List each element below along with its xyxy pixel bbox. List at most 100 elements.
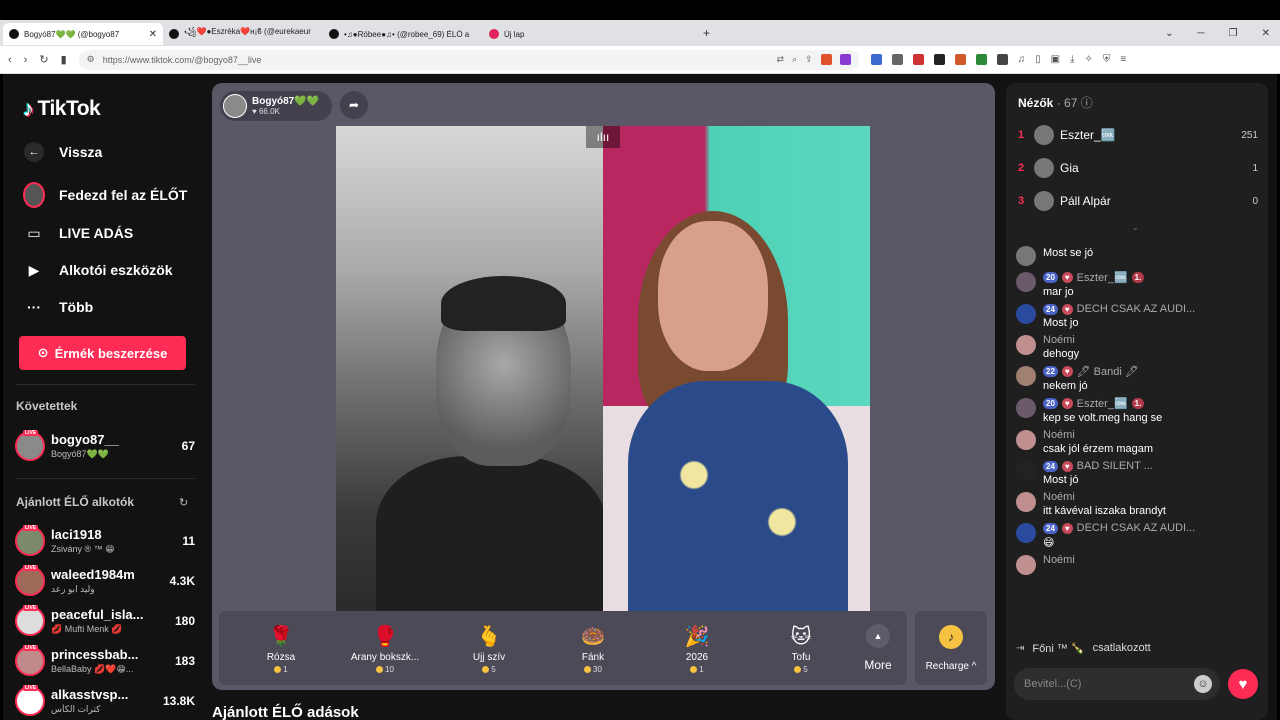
message-user[interactable]: Noémi: [1043, 334, 1075, 346]
message-user[interactable]: Noémi: [1043, 491, 1075, 503]
share-page-icon[interactable]: ⇪: [805, 54, 813, 65]
tiktok-logo[interactable]: ♪ TikTok: [23, 96, 101, 122]
recommended-account[interactable]: LIVE princessbab... BellaBaby 💋❤️😁... 183: [15, 643, 195, 679]
extension-icon[interactable]: [996, 54, 1008, 65]
gift-item[interactable]: 🎉 2026 1: [645, 622, 749, 675]
message-user[interactable]: Noémi: [1043, 429, 1075, 441]
account-subtitle: Bogyó87💚💚: [51, 449, 109, 459]
avatar[interactable]: [1016, 461, 1036, 481]
message-user[interactable]: DECH CSAK AZ AUDI...: [1077, 303, 1196, 315]
info-icon[interactable]: ⓘ: [1081, 96, 1093, 110]
bookmark-icon[interactable]: ▮: [61, 53, 67, 66]
gift-price-value: 5: [803, 665, 808, 674]
gift-item[interactable]: 🌹 Rózsa 1: [229, 622, 333, 675]
reload-icon[interactable]: ↻: [39, 53, 48, 66]
close-icon[interactable]: ✕: [149, 29, 157, 40]
url-field[interactable]: ⚙ https://www.tiktok.com/@bogyo87__live …: [78, 49, 859, 70]
avatar[interactable]: [1016, 246, 1036, 266]
restore-icon[interactable]: ❐: [1229, 28, 1238, 39]
ai-icon[interactable]: ✧: [1085, 54, 1093, 65]
site-settings-icon[interactable]: ⚙: [87, 54, 95, 65]
nav-more[interactable]: ··· Több: [23, 296, 93, 318]
avatar[interactable]: [1016, 272, 1036, 292]
download-icon[interactable]: ⤓: [1070, 54, 1074, 65]
more-gifts-button[interactable]: ▲ More: [853, 624, 903, 672]
account-info: peaceful_isla... 💋 Mufti Menk 💋: [51, 607, 169, 635]
extension-icons: ♫ ▯ ▣ ⤓ ✧ ⛨ ≡: [870, 54, 1126, 65]
host-badge[interactable]: Bogyó87💚💚 ♥ 66.0K: [220, 91, 332, 121]
back-arrow-icon[interactable]: ‹: [8, 54, 12, 66]
nav-live-broadcast[interactable]: ▭ LIVE ADÁS: [23, 222, 133, 244]
recommended-account[interactable]: LIVE waleed1984m وليد ابو رعد 4.3K: [15, 563, 195, 599]
like-heart-button[interactable]: ♥: [1228, 669, 1258, 699]
extension-icon[interactable]: [912, 54, 924, 65]
account-name: peaceful_isla...: [51, 607, 144, 622]
browser-tab[interactable]: Bogyó87💚💚 (@bogyo87 ✕: [3, 23, 163, 45]
minimize-icon[interactable]: ─: [1198, 28, 1205, 39]
top-viewer-row[interactable]: 3 Páll Alpár 0: [1018, 190, 1258, 212]
back-link[interactable]: ← Vissza: [23, 141, 102, 163]
browser-tab[interactable]: ꧁❤️●Eszrèka❤️ʜ¡ϐ (@eurekaeur: [163, 23, 323, 45]
avatar[interactable]: [1016, 555, 1036, 575]
message-user[interactable]: Eszter_🆒: [1077, 271, 1128, 284]
music-icon[interactable]: ♫: [1018, 54, 1026, 65]
tiktok-note-icon: ♪: [23, 96, 34, 121]
wallet-icon[interactable]: ▣: [1051, 54, 1060, 65]
avatar[interactable]: [1016, 492, 1036, 512]
gift-item[interactable]: 🍩 Fánk 30: [541, 622, 645, 675]
refresh-icon[interactable]: ↻: [179, 496, 188, 509]
nav-creator-tools[interactable]: ▶ Alkotói eszközök: [23, 259, 173, 281]
chat-input[interactable]: [1024, 678, 1194, 690]
heart-badge-icon: ♥: [1061, 303, 1073, 315]
message-user[interactable]: BAD SILENT ...: [1077, 460, 1153, 472]
get-coins-button[interactable]: ⊙ Érmék beszerzése: [19, 336, 186, 370]
nav-explore-live[interactable]: Fedezd fel az ÉLŐT: [23, 182, 187, 208]
chevron-down-icon[interactable]: ⌄: [1132, 223, 1139, 232]
forward-arrow-icon[interactable]: ›: [24, 54, 28, 66]
menu-icon[interactable]: ≡: [1120, 54, 1126, 65]
new-tab-icon[interactable]: +: [703, 26, 710, 40]
recommended-account[interactable]: LIVE laci1918 Zsivány ® ™ 😁 11: [15, 523, 195, 559]
gift-item[interactable]: 🫰 Ujj szív 5: [437, 622, 541, 675]
vpn-icon[interactable]: ⛨: [1103, 54, 1111, 65]
avatar[interactable]: [1016, 430, 1036, 450]
sidebar-icon[interactable]: ▯: [1035, 54, 1041, 65]
extension-icon[interactable]: [933, 54, 945, 65]
avatar[interactable]: [1016, 335, 1036, 355]
joined-text: csatlakozott: [1092, 642, 1151, 654]
audio-bars-icon[interactable]: ılıı: [586, 126, 620, 148]
extension-icon[interactable]: [870, 54, 882, 65]
avatar[interactable]: [1016, 366, 1036, 386]
close-window-icon[interactable]: ✕: [1262, 28, 1270, 39]
extension-icon[interactable]: [954, 54, 966, 65]
top-viewer-row[interactable]: 1 Eszter_🆒 251: [1018, 124, 1258, 146]
top-viewer-row[interactable]: 2 Gia 1: [1018, 157, 1258, 179]
brave-shield-icon[interactable]: [820, 54, 832, 65]
viewers-header[interactable]: Nézők · 67 ⓘ: [1018, 94, 1093, 111]
following-account[interactable]: LIVE bogyo87__ Bogyó87💚💚 67: [15, 428, 195, 464]
share-icon[interactable]: ➦: [340, 91, 368, 119]
avatar[interactable]: [1016, 398, 1036, 418]
gift-name: Tofu: [791, 652, 811, 663]
tab-list-icon[interactable]: ⌄: [1165, 28, 1173, 39]
recharge-button[interactable]: ♪ Recharge ^: [915, 611, 987, 685]
avatar[interactable]: [1016, 304, 1036, 324]
browser-tab[interactable]: Új lap: [483, 23, 643, 45]
zoom-icon[interactable]: ⌕: [792, 54, 797, 65]
gift-item[interactable]: 🐱 Tofu 5: [749, 622, 853, 675]
avatar[interactable]: [1016, 523, 1036, 543]
rewards-icon[interactable]: [839, 54, 851, 65]
message-user[interactable]: Eszter_🆒: [1077, 397, 1128, 410]
emoji-icon[interactable]: ☺: [1194, 675, 1212, 693]
message-user[interactable]: DECH CSAK AZ AUDI...: [1077, 522, 1196, 534]
recommended-account[interactable]: LIVE peaceful_isla... 💋 Mufti Menk 💋 180: [15, 603, 195, 639]
translate-icon[interactable]: ⇄: [776, 54, 784, 65]
extension-icon[interactable]: [891, 54, 903, 65]
gift-item[interactable]: 🥊 Arany bokszk... 10: [333, 622, 437, 675]
browser-tab[interactable]: •♫●Röbee●♫• (@robee_69) ÉLŐ a: [323, 23, 483, 45]
account-name: alkasstvsp...: [51, 687, 129, 702]
message-user[interactable]: Noémi: [1043, 554, 1075, 566]
extension-icon[interactable]: [975, 54, 987, 65]
message-user[interactable]: 🖊 Bandi 🖊: [1077, 365, 1139, 378]
recommended-account[interactable]: LIVE alkasstvsp... كترات الكأس 13.8K: [15, 683, 195, 719]
